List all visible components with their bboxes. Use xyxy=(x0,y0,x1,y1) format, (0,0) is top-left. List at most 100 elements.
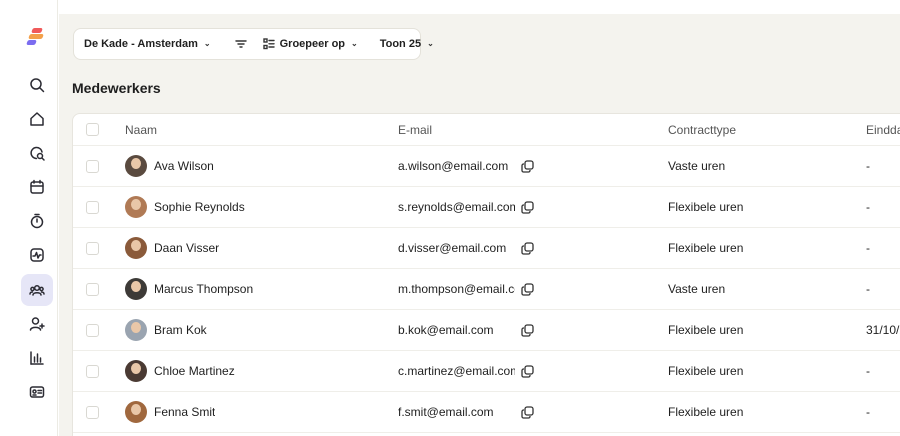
sidebar-item-search[interactable] xyxy=(21,69,53,101)
select-all-cell xyxy=(86,114,99,145)
employee-email: d.visser@email.com xyxy=(398,241,507,255)
location-dropdown[interactable]: De Kade - Amsterdam ⌄ xyxy=(84,38,211,50)
sidebar-item-id-cards[interactable] xyxy=(21,376,53,408)
search-icon xyxy=(30,78,45,93)
sidebar-item-team[interactable] xyxy=(21,274,53,306)
avatar xyxy=(125,360,147,382)
copy-icon[interactable] xyxy=(521,364,534,378)
name-cell: Chloe Martinez xyxy=(125,351,235,391)
copy-icon[interactable] xyxy=(521,159,534,173)
contract-cell: Vaste uren xyxy=(668,282,726,296)
employee-email: m.thompson@email.co xyxy=(398,282,515,296)
filter-toolbar: De Kade - Amsterdam ⌄ Groepeer op ⌄ Toon… xyxy=(73,28,434,60)
row-checkbox[interactable] xyxy=(86,405,99,419)
sidebar xyxy=(0,0,58,436)
copy-icon[interactable] xyxy=(521,241,534,255)
contract-cell: Flexibele uren xyxy=(668,323,744,337)
app-logo[interactable] xyxy=(26,28,45,46)
table-row[interactable]: Bram Kok b.kok@email.com Flexibele uren 31/… xyxy=(73,310,900,351)
activity-icon xyxy=(30,248,44,262)
table-row[interactable]: Daan Visser d.visser@email.com Flexibele u… xyxy=(73,228,900,269)
employee-name[interactable]: Marcus Thompson xyxy=(154,282,253,296)
chevron-down-icon: ⌄ xyxy=(427,38,434,48)
contract-cell: Flexibele uren xyxy=(668,405,744,419)
table-row[interactable]: Chloe Martinez c.martinez@email.com Flexib… xyxy=(73,351,900,392)
contract-cell: Vaste uren xyxy=(668,159,726,173)
employee-email: a.wilson@email.com xyxy=(398,159,509,173)
end-date-cell: - xyxy=(866,364,870,378)
row-select-cell xyxy=(86,228,99,268)
chevron-down-icon: ⌄ xyxy=(203,38,211,48)
employee-name[interactable]: Sophie Reynolds xyxy=(154,200,245,214)
name-cell: Daan Visser xyxy=(125,228,219,268)
employee-name[interactable]: Chloe Martinez xyxy=(154,364,235,378)
row-select-cell xyxy=(86,269,99,309)
calendar-icon xyxy=(30,179,44,194)
contract-cell: Flexibele uren xyxy=(668,200,744,214)
email-cell: b.kok@email.com xyxy=(398,310,534,350)
table-row[interactable]: Fenna Smit f.smit@email.com Flexibele uren… xyxy=(73,392,900,433)
avatar xyxy=(125,237,147,259)
table-row[interactable]: Sophie Reynolds s.reynolds@email.com Flexi… xyxy=(73,187,900,228)
employee-email: s.reynolds@email.com xyxy=(398,200,515,214)
employee-name[interactable]: Ava Wilson xyxy=(154,159,214,173)
row-select-cell xyxy=(86,392,99,432)
row-checkbox[interactable] xyxy=(86,282,99,296)
sidebar-item-activity[interactable] xyxy=(21,239,53,271)
row-checkbox[interactable] xyxy=(86,241,99,255)
page-size-dropdown[interactable]: Toon 25 ⌄ xyxy=(380,38,434,50)
avatar xyxy=(125,319,147,341)
row-select-cell xyxy=(86,187,99,227)
name-cell: Sophie Reynolds xyxy=(125,187,245,227)
copy-icon[interactable] xyxy=(521,282,534,296)
employee-email: c.martinez@email.com xyxy=(398,364,515,378)
name-cell: Marcus Thompson xyxy=(125,269,253,309)
sidebar-item-reports[interactable] xyxy=(21,342,53,374)
row-checkbox[interactable] xyxy=(86,323,99,337)
sidebar-item-home[interactable] xyxy=(21,103,53,135)
select-all-checkbox[interactable] xyxy=(86,123,99,136)
group-by-dropdown[interactable]: Groepeer op ⌄ xyxy=(262,38,358,50)
end-date-cell: - xyxy=(866,241,870,255)
column-header-end-date[interactable]: Eindda xyxy=(866,114,900,145)
employee-name[interactable]: Fenna Smit xyxy=(154,405,215,419)
sidebar-item-locations[interactable] xyxy=(21,137,53,169)
sidebar-item-timer[interactable] xyxy=(21,205,53,237)
row-select-cell xyxy=(86,310,99,350)
employee-name[interactable]: Daan Visser xyxy=(154,241,219,255)
name-cell: Ava Wilson xyxy=(125,146,214,186)
location-search-icon xyxy=(30,146,45,161)
email-cell: s.reynolds@email.com xyxy=(398,187,534,227)
employee-email: f.smit@email.com xyxy=(398,405,494,419)
end-date-cell: - xyxy=(866,405,870,419)
column-header-contract[interactable]: Contracttype xyxy=(668,114,736,145)
group-by-label: Groepeer op xyxy=(279,38,346,50)
row-checkbox[interactable] xyxy=(86,364,99,378)
contract-cell: Flexibele uren xyxy=(668,241,744,255)
table-row[interactable]: Marcus Thompson m.thompson@email.co Vaste … xyxy=(73,269,900,310)
table-header: Naam E-mail Contracttype Eindda xyxy=(73,114,900,146)
filter-button[interactable] xyxy=(234,38,247,50)
employee-email: b.kok@email.com xyxy=(398,323,494,337)
avatar xyxy=(125,196,147,218)
sidebar-item-calendar[interactable] xyxy=(21,171,53,203)
sidebar-item-add-user[interactable] xyxy=(21,308,53,340)
email-cell: c.martinez@email.com xyxy=(398,351,534,391)
page-size-label: Toon 25 xyxy=(379,38,422,50)
copy-icon[interactable] xyxy=(521,200,534,214)
column-header-name[interactable]: Naam xyxy=(125,114,157,145)
row-checkbox[interactable] xyxy=(86,159,99,173)
group-icon xyxy=(262,38,275,50)
avatar xyxy=(125,155,147,177)
copy-icon[interactable] xyxy=(521,323,534,337)
email-cell: f.smit@email.com xyxy=(398,392,534,432)
column-header-email[interactable]: E-mail xyxy=(398,114,432,145)
row-checkbox[interactable] xyxy=(86,200,99,214)
employees-table: Naam E-mail Contracttype Eindda Ava Wils… xyxy=(72,113,900,436)
copy-icon[interactable] xyxy=(521,405,534,419)
employee-name[interactable]: Bram Kok xyxy=(154,323,207,337)
name-cell: Bram Kok xyxy=(125,310,207,350)
table-row[interactable]: Ava Wilson a.wilson@email.com Vaste uren - xyxy=(73,146,900,187)
add-user-icon xyxy=(29,317,45,331)
avatar xyxy=(125,278,147,300)
